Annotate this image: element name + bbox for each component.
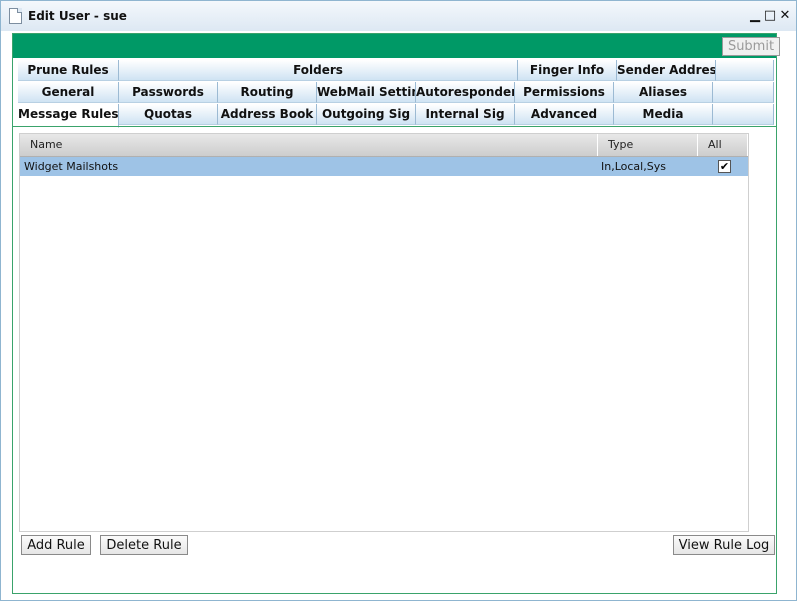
edit-user-panel: Submit Prune Rules Folders Finger Info S… (12, 33, 780, 594)
tab-spacer-row1 (716, 60, 774, 81)
tab-advanced[interactable]: Advanced (515, 104, 614, 125)
column-header-all[interactable]: All (698, 134, 748, 156)
tab-address-book[interactable]: Address Book (218, 104, 317, 125)
table-row[interactable]: Widget Mailshots In,Local,Sys ✔ (20, 157, 748, 176)
tab-spacer-row3 (713, 104, 774, 125)
tab-strip: Prune Rules Folders Finger Info Sender A… (18, 58, 774, 128)
view-rule-log-button[interactable]: View Rule Log (673, 535, 775, 555)
title-bar[interactable]: Edit User - sue ▁ □ ✕ (1, 1, 796, 31)
column-header-type[interactable]: Type (598, 134, 698, 156)
tab-webmail-settings[interactable]: WebMail Settings (317, 82, 416, 103)
rule-type: In,Local,Sys (601, 160, 666, 173)
rule-all-checkbox[interactable]: ✔ (718, 160, 731, 173)
minimize-icon[interactable]: ▁ (748, 6, 762, 26)
tab-message-rules[interactable]: Message Rules (18, 104, 119, 128)
tab-autoresponder[interactable]: Autoresponder (416, 82, 515, 103)
tab-prune-rules[interactable]: Prune Rules (18, 60, 119, 81)
edit-user-window: Edit User - sue ▁ □ ✕ Submit Prune Rules… (0, 0, 797, 601)
close-icon[interactable]: ✕ (778, 6, 792, 26)
tab-routing[interactable]: Routing (218, 82, 317, 103)
tab-folders[interactable]: Folders (119, 60, 518, 81)
tab-aliases[interactable]: Aliases (614, 82, 713, 103)
column-header-name[interactable]: Name (20, 134, 598, 156)
tab-permissions[interactable]: Permissions (515, 82, 614, 103)
message-rules-table: Name Type All Widget Mailshots In,Local,… (19, 133, 749, 532)
tab-divider (13, 126, 776, 127)
tab-general[interactable]: General (18, 82, 119, 103)
document-icon (9, 8, 22, 24)
rule-name: Widget Mailshots (24, 160, 119, 173)
maximize-icon[interactable]: □ (763, 6, 777, 26)
action-bar: Submit (13, 34, 780, 58)
tab-sender-address[interactable]: Sender Address (617, 60, 716, 81)
delete-rule-button[interactable]: Delete Rule (100, 535, 188, 555)
tab-spacer-row2 (713, 82, 774, 103)
table-header: Name Type All (20, 134, 748, 157)
submit-button[interactable]: Submit (722, 37, 780, 56)
add-rule-button[interactable]: Add Rule (21, 535, 91, 555)
tab-outgoing-sig[interactable]: Outgoing Sig (317, 104, 416, 125)
tab-quotas[interactable]: Quotas (119, 104, 218, 125)
tab-media[interactable]: Media (614, 104, 713, 125)
tab-internal-sig[interactable]: Internal Sig (416, 104, 515, 125)
tab-finger-info[interactable]: Finger Info (518, 60, 617, 81)
window-title: Edit User - sue (28, 9, 127, 23)
tab-passwords[interactable]: Passwords (119, 82, 218, 103)
